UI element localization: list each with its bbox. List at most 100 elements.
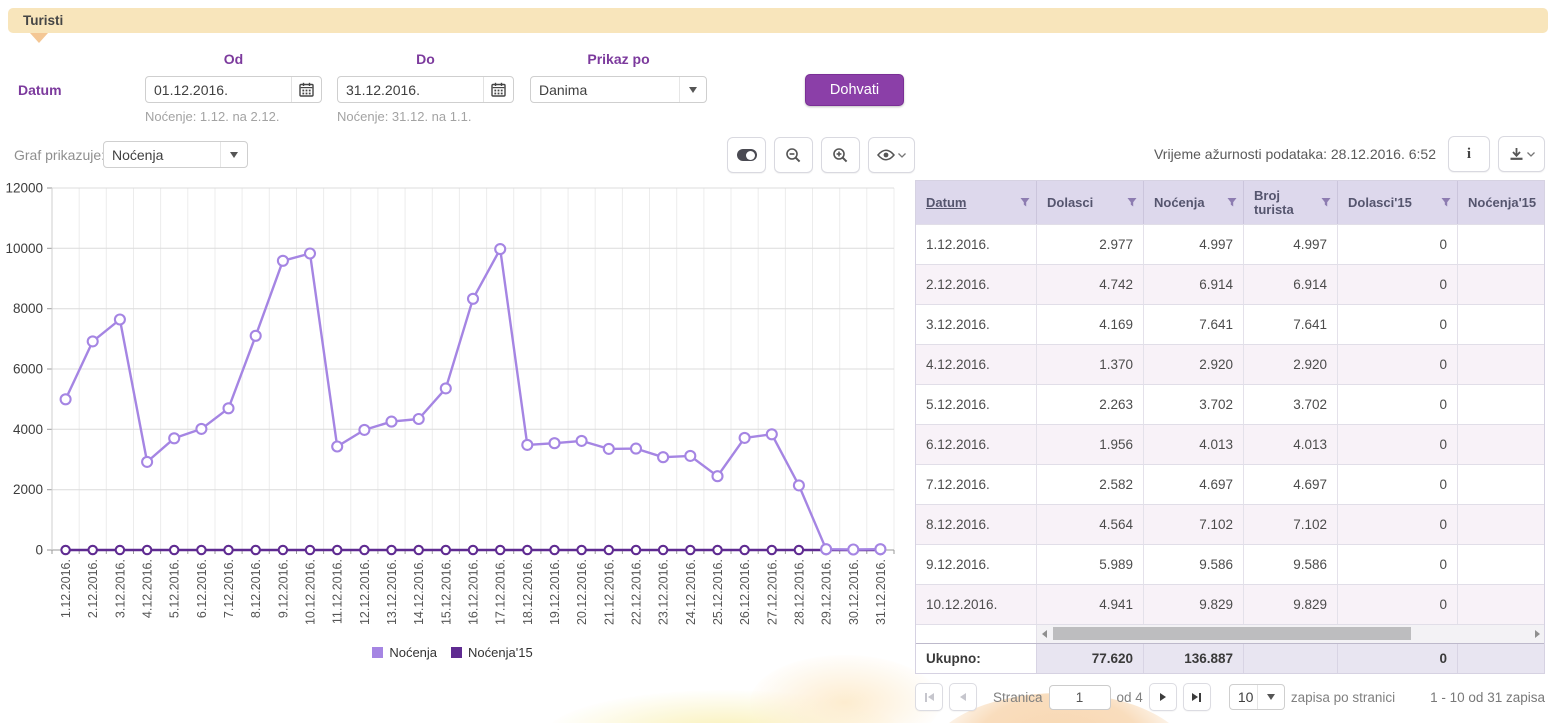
- svg-text:28.12.2016.: 28.12.2016.: [792, 559, 806, 625]
- table-cell: 2.920: [1144, 344, 1244, 384]
- column-header-4[interactable]: Dolasci'15: [1338, 181, 1458, 224]
- table-row[interactable]: 2.12.2016.4.7426.9146.9140: [916, 264, 1544, 304]
- table-row[interactable]: 6.12.2016.1.9564.0134.0130: [916, 424, 1544, 464]
- table-cell: 4.997: [1244, 224, 1338, 264]
- scroll-right-arrow-icon[interactable]: [1530, 625, 1544, 643]
- table-row[interactable]: 1.12.2016.2.9774.9974.9970: [916, 224, 1544, 264]
- chevron-down-icon[interactable]: [220, 142, 247, 167]
- graf-prikazuje-select[interactable]: Noćenja: [103, 141, 248, 168]
- filter-button[interactable]: [1227, 195, 1237, 210]
- datum-label: Datum: [18, 82, 62, 98]
- last-page-button[interactable]: [1183, 683, 1211, 711]
- do-header: Do: [337, 51, 514, 67]
- table-cell: 7.641: [1244, 304, 1338, 344]
- svg-text:12000: 12000: [5, 182, 43, 196]
- filter-button[interactable]: [1321, 195, 1331, 210]
- table-cell: 1.956: [1037, 424, 1144, 464]
- first-page-button[interactable]: [915, 683, 943, 711]
- date-from-input[interactable]: [146, 77, 291, 102]
- svg-text:19.12.2016.: 19.12.2016.: [548, 559, 562, 625]
- table-row[interactable]: 5.12.2016.2.2633.7023.7020: [916, 384, 1544, 424]
- dohvati-button[interactable]: Dohvati: [805, 74, 904, 106]
- zoom-out-button[interactable]: [774, 137, 813, 173]
- column-header-label: Datum: [926, 196, 1020, 210]
- column-header-5[interactable]: Noćenja'15: [1458, 181, 1544, 224]
- filter-button[interactable]: [1127, 195, 1137, 210]
- page-size-select[interactable]: 10: [1229, 684, 1285, 710]
- table-cell: [1458, 504, 1544, 544]
- table-cell: 4.697: [1144, 464, 1244, 504]
- svg-text:9.12.2016.: 9.12.2016.: [276, 559, 290, 618]
- table-cell: 7.102: [1244, 504, 1338, 544]
- totals-cell: 0: [1338, 644, 1458, 673]
- column-header-0[interactable]: Datum: [916, 181, 1037, 224]
- svg-text:15.12.2016.: 15.12.2016.: [439, 559, 453, 625]
- table-cell: 7.102: [1144, 504, 1244, 544]
- scroll-left-arrow-icon[interactable]: [1037, 625, 1051, 643]
- totals-cell: [1458, 644, 1544, 673]
- table-row[interactable]: 8.12.2016.4.5647.1027.1020: [916, 504, 1544, 544]
- prikaz-po-value: Danima: [531, 82, 679, 98]
- prikaz-po-select[interactable]: Danima: [530, 76, 707, 103]
- chevron-down-icon[interactable]: [1257, 685, 1284, 709]
- table-cell: 2.582: [1037, 464, 1144, 504]
- column-header-1[interactable]: Dolasci: [1037, 181, 1144, 224]
- legend-item[interactable]: Noćenja'15: [451, 645, 533, 660]
- page-size-value: 10: [1230, 689, 1257, 705]
- prikaz-po-header: Prikaz po: [530, 51, 707, 67]
- date-to-input[interactable]: [338, 77, 483, 102]
- previous-page-button[interactable]: [949, 683, 977, 711]
- svg-text:14.12.2016.: 14.12.2016.: [412, 559, 426, 625]
- filter-button[interactable]: [1441, 195, 1451, 210]
- page-number-input[interactable]: [1049, 685, 1111, 710]
- table-row[interactable]: 7.12.2016.2.5824.6974.6970: [916, 464, 1544, 504]
- table-cell: 0: [1338, 264, 1458, 304]
- column-header-label: Noćenja'15: [1468, 196, 1538, 210]
- svg-text:24.12.2016.: 24.12.2016.: [684, 559, 698, 625]
- calendar-icon[interactable]: [291, 77, 321, 102]
- table-row[interactable]: 10.12.2016.4.9419.8299.8290: [916, 584, 1544, 624]
- toggle-chart-mode-button[interactable]: [727, 137, 766, 173]
- svg-text:10000: 10000: [5, 241, 43, 256]
- zoom-in-button[interactable]: [821, 137, 860, 173]
- scrollbar-track[interactable]: [1051, 625, 1530, 643]
- calendar-icon[interactable]: [483, 77, 513, 102]
- table-cell: 5.989: [1037, 544, 1144, 584]
- next-page-button[interactable]: [1149, 683, 1177, 711]
- chevron-down-icon[interactable]: [679, 77, 706, 102]
- totals-cell: [1244, 644, 1338, 673]
- table-cell: 4.169: [1037, 304, 1144, 344]
- table-row[interactable]: 9.12.2016.5.9899.5869.5860: [916, 544, 1544, 584]
- horizontal-scroll-row: [916, 624, 1544, 643]
- table-row[interactable]: 3.12.2016.4.1697.6417.6410: [916, 304, 1544, 344]
- filter-button[interactable]: [1020, 195, 1030, 210]
- svg-text:4000: 4000: [13, 422, 43, 437]
- chevron-down-icon: [898, 153, 906, 158]
- table-cell: 6.914: [1244, 264, 1338, 304]
- od-header: Od: [145, 51, 322, 67]
- filter-icon: [1127, 197, 1137, 207]
- svg-text:12.12.2016.: 12.12.2016.: [358, 559, 372, 625]
- svg-text:2.12.2016.: 2.12.2016.: [86, 559, 100, 618]
- table-cell: 2.12.2016.: [916, 264, 1037, 304]
- scrollbar-thumb[interactable]: [1053, 627, 1411, 640]
- table-cell: 8.12.2016.: [916, 504, 1037, 544]
- export-button[interactable]: [1498, 136, 1545, 172]
- column-header-2[interactable]: Noćenja: [1144, 181, 1244, 224]
- column-header-3[interactable]: Broj turista: [1244, 181, 1338, 224]
- table-cell: 2.977: [1037, 224, 1144, 264]
- info-button[interactable]: i: [1448, 136, 1490, 172]
- legend-item[interactable]: Noćenja: [372, 645, 437, 660]
- visibility-dropdown-button[interactable]: [868, 137, 915, 173]
- column-header-label: Dolasci: [1047, 196, 1127, 210]
- svg-text:0: 0: [35, 543, 43, 558]
- svg-text:10.12.2016.: 10.12.2016.: [304, 559, 318, 625]
- chart-toolbar: [727, 137, 915, 173]
- tab-turisti[interactable]: Turisti: [8, 8, 1548, 33]
- svg-text:2000: 2000: [13, 482, 43, 497]
- table-cell: 4.697: [1244, 464, 1338, 504]
- horizontal-scrollbar[interactable]: [1037, 625, 1544, 643]
- table-row[interactable]: 4.12.2016.1.3702.9202.9200: [916, 344, 1544, 384]
- line-chart: 0200040006000800010000120001.12.2016.2.1…: [4, 182, 901, 642]
- table-cell: 0: [1338, 584, 1458, 624]
